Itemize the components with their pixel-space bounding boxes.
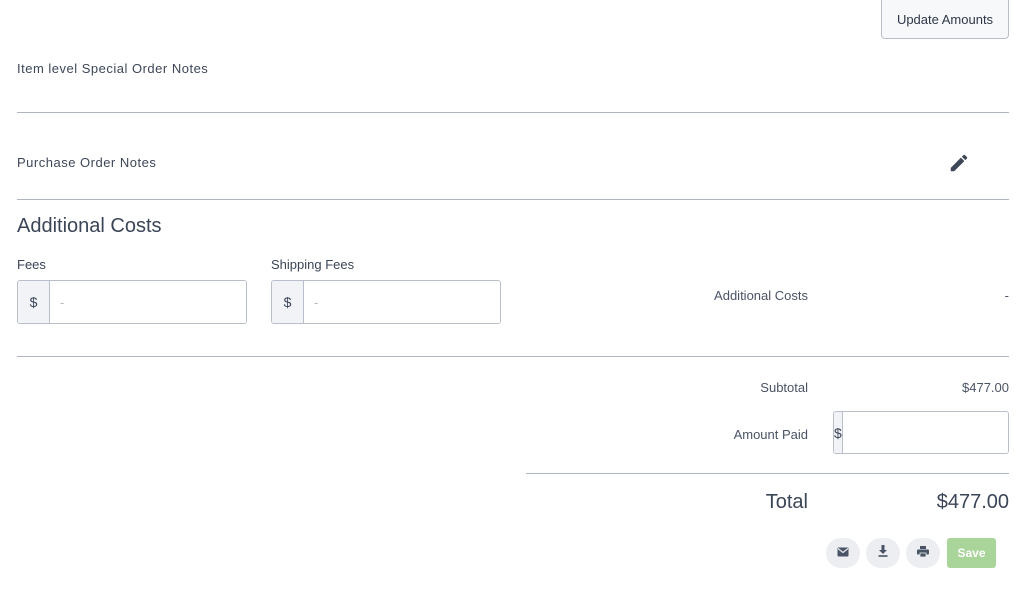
fees-field: $ — [17, 280, 247, 324]
additional-costs-summary-value: - — [1004, 288, 1009, 303]
print-icon — [917, 544, 929, 562]
amount-paid-currency-addon: $ — [834, 412, 843, 453]
save-button[interactable]: Save — [947, 538, 996, 568]
total-label: Total — [765, 491, 808, 513]
shipping-fees-currency-addon: $ — [272, 281, 304, 323]
shipping-fees-input[interactable] — [304, 281, 500, 323]
additional-costs-heading: Additional Costs — [17, 215, 162, 237]
fees-currency-addon: $ — [18, 281, 50, 323]
subtotal-value: $477.00 — [962, 380, 1009, 395]
total-value: $477.00 — [936, 491, 1009, 513]
divider — [17, 199, 1009, 200]
email-button[interactable] — [826, 538, 860, 568]
item-level-notes-label: Item level Special Order Notes — [17, 61, 209, 76]
subtotal-label: Subtotal — [760, 380, 808, 395]
fees-label: Fees — [17, 257, 46, 272]
fees-input[interactable] — [50, 281, 246, 323]
divider — [17, 356, 1009, 357]
print-button[interactable] — [906, 538, 940, 568]
amount-paid-label: Amount Paid — [733, 427, 808, 442]
update-amounts-button[interactable]: Update Amounts — [881, 0, 1009, 39]
download-icon — [878, 544, 888, 562]
envelope-icon — [837, 544, 849, 562]
shipping-fees-label: Shipping Fees — [271, 257, 355, 272]
divider — [526, 473, 1009, 474]
purchase-order-notes-label: Purchase Order Notes — [17, 155, 157, 170]
amount-paid-input[interactable] — [842, 412, 1008, 453]
shipping-fees-field: $ — [271, 280, 501, 324]
download-button[interactable] — [866, 538, 900, 568]
additional-costs-summary-label: Additional Costs — [714, 288, 808, 303]
divider — [17, 112, 1009, 113]
edit-pencil-icon[interactable] — [948, 152, 970, 174]
amount-paid-field: $ — [833, 411, 1009, 454]
